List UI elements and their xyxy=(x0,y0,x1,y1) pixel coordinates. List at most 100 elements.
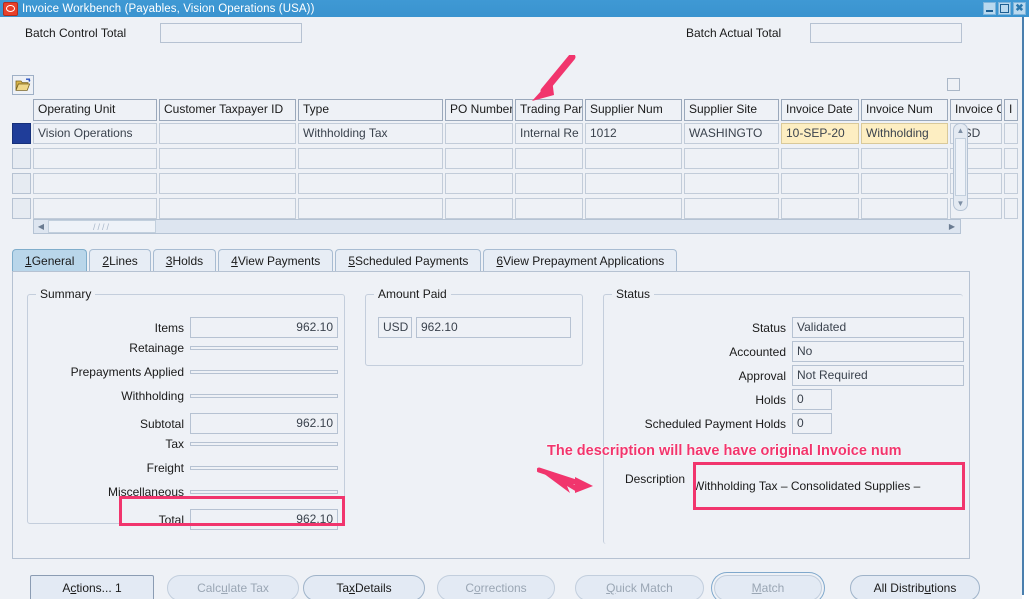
summary-value-withholding[interactable] xyxy=(190,394,338,398)
grid-cell[interactable] xyxy=(298,198,443,219)
grid-cell[interactable] xyxy=(684,198,779,219)
tab-scheduled-payments[interactable]: 5 Scheduled Payments xyxy=(335,249,482,272)
grid-cell[interactable] xyxy=(861,148,948,169)
maximize-icon[interactable] xyxy=(998,2,1011,15)
amount-paid-currency[interactable]: USD xyxy=(378,317,412,338)
grid-cell[interactable]: 10-SEP-20 xyxy=(781,123,859,144)
grid-cell[interactable] xyxy=(861,198,948,219)
grid-cell[interactable] xyxy=(684,173,779,194)
grid-cell[interactable]: Internal Re xyxy=(515,123,583,144)
grid-cell[interactable] xyxy=(445,123,513,144)
summary-value-freight[interactable] xyxy=(190,466,338,470)
status-value-scheduled-payment-holds[interactable]: 0 xyxy=(792,413,832,434)
grid-column-header[interactable]: Operating Unit xyxy=(33,99,157,121)
grid-column-header[interactable]: Supplier Site xyxy=(684,99,779,121)
grid-column-header[interactable]: PO Number xyxy=(445,99,513,121)
row-selector[interactable] xyxy=(12,173,31,194)
summary-value-tax[interactable] xyxy=(190,442,338,446)
grid-column-header[interactable]: Customer Taxpayer ID xyxy=(159,99,296,121)
grid-cell[interactable] xyxy=(781,148,859,169)
tab-view-prepayment-applications[interactable]: 6 View Prepayment Applications xyxy=(483,249,678,272)
tax-details-button[interactable]: Ta x Details xyxy=(303,575,425,599)
grid-cell[interactable] xyxy=(1004,173,1018,194)
grid-cell[interactable] xyxy=(684,148,779,169)
grid-cell[interactable] xyxy=(515,148,583,169)
grid-cell[interactable] xyxy=(585,198,682,219)
open-folder-icon[interactable] xyxy=(12,75,34,95)
grid-cell[interactable] xyxy=(861,173,948,194)
grid-vertical-scrollbar[interactable]: ▲ ▼ xyxy=(953,123,968,211)
table-row[interactable]: Vision Operations Withholding Tax Internal… xyxy=(12,123,1020,147)
summary-value-items[interactable]: 962.10 xyxy=(190,317,338,338)
grid-cell[interactable] xyxy=(445,173,513,194)
grid-column-header[interactable]: Invoice Date xyxy=(781,99,859,121)
actions-1-button[interactable]: Ac tions... 1 xyxy=(30,575,154,599)
grid-cell[interactable] xyxy=(585,148,682,169)
status-value-accounted[interactable]: No xyxy=(792,341,964,362)
summary-value-subtotal[interactable]: 962.10 xyxy=(190,413,338,434)
grid-column-header[interactable]: Supplier Num xyxy=(585,99,682,121)
grid-cell[interactable]: Withholding xyxy=(861,123,948,144)
scroll-down-icon[interactable]: ▼ xyxy=(954,197,967,210)
row-selector[interactable] xyxy=(12,198,31,219)
grid-cell[interactable] xyxy=(33,148,157,169)
scroll-left-icon[interactable]: ◀ xyxy=(34,220,48,233)
grid-header-checkbox[interactable] xyxy=(947,78,960,91)
grid-cell[interactable] xyxy=(515,173,583,194)
status-value-status[interactable]: Validated xyxy=(792,317,964,338)
grid-cell[interactable] xyxy=(33,173,157,194)
grid-column-header[interactable]: Trading Partner xyxy=(515,99,583,121)
grid-cell[interactable] xyxy=(159,123,296,144)
summary-value-miscellaneous[interactable] xyxy=(190,490,338,494)
tab-view-payments[interactable]: 4 View Payments xyxy=(218,249,334,272)
row-selector[interactable] xyxy=(12,148,31,169)
grid-cell[interactable] xyxy=(445,198,513,219)
grid-cell[interactable] xyxy=(1004,198,1018,219)
grid-cell[interactable] xyxy=(515,198,583,219)
grid-cell[interactable] xyxy=(1004,148,1018,169)
scroll-right-icon[interactable]: ▶ xyxy=(945,220,959,233)
grid-column-header[interactable]: Invoice Num xyxy=(861,99,948,121)
grid-cell[interactable] xyxy=(159,148,296,169)
table-row[interactable] xyxy=(12,148,1020,172)
summary-value-total[interactable]: 962.10 xyxy=(190,509,338,530)
close-icon[interactable]: ✖ xyxy=(1013,2,1026,15)
grid-cell[interactable] xyxy=(781,198,859,219)
tab-lines[interactable]: 2 Lines xyxy=(89,249,151,272)
minimize-icon[interactable] xyxy=(983,2,996,15)
grid-cell[interactable]: WASHINGTO xyxy=(684,123,779,144)
grid-cell[interactable] xyxy=(159,173,296,194)
status-group-title: Status xyxy=(612,287,655,301)
grid-cell[interactable] xyxy=(1004,123,1018,144)
description-input[interactable]: Withholding Tax – Consolidated Supplies … xyxy=(693,462,965,510)
grid-cell[interactable] xyxy=(298,173,443,194)
grid-cell[interactable] xyxy=(33,198,157,219)
grid-cell[interactable] xyxy=(585,173,682,194)
summary-value-prepayments-applied[interactable] xyxy=(190,370,338,374)
scroll-up-icon[interactable]: ▲ xyxy=(954,124,967,137)
grid-cell[interactable] xyxy=(445,148,513,169)
row-selector[interactable] xyxy=(12,123,31,144)
grid-column-header[interactable]: I xyxy=(1004,99,1018,121)
status-value-holds[interactable]: 0 xyxy=(792,389,832,410)
summary-value-retainage[interactable] xyxy=(190,346,338,350)
vertical-scroll-thumb[interactable] xyxy=(955,138,966,196)
tab-general[interactable]: 1 General xyxy=(12,249,88,272)
grid-cell[interactable] xyxy=(298,148,443,169)
all-distributions-button[interactable]: All Distrib u tions xyxy=(850,575,980,599)
grid-cell[interactable] xyxy=(781,173,859,194)
grid-cell[interactable]: Vision Operations xyxy=(33,123,157,144)
batch-control-total-input[interactable] xyxy=(160,23,302,43)
grid-column-header[interactable]: Invoice Currency xyxy=(950,99,1002,121)
grid-cell[interactable]: 1012 xyxy=(585,123,682,144)
grid-cell[interactable]: Withholding Tax xyxy=(298,123,443,144)
grid-horizontal-scrollbar[interactable]: ◀ //// ▶ xyxy=(33,219,961,234)
grid-column-header[interactable]: Type xyxy=(298,99,443,121)
table-row[interactable] xyxy=(12,173,1020,197)
batch-actual-total-input[interactable] xyxy=(810,23,962,43)
tab-holds[interactable]: 3 Holds xyxy=(152,249,217,272)
amount-paid-value[interactable]: 962.10 xyxy=(416,317,571,338)
status-value-approval[interactable]: Not Required xyxy=(792,365,964,386)
grid-cell[interactable] xyxy=(159,198,296,219)
horizontal-scroll-thumb[interactable]: //// xyxy=(48,220,156,233)
